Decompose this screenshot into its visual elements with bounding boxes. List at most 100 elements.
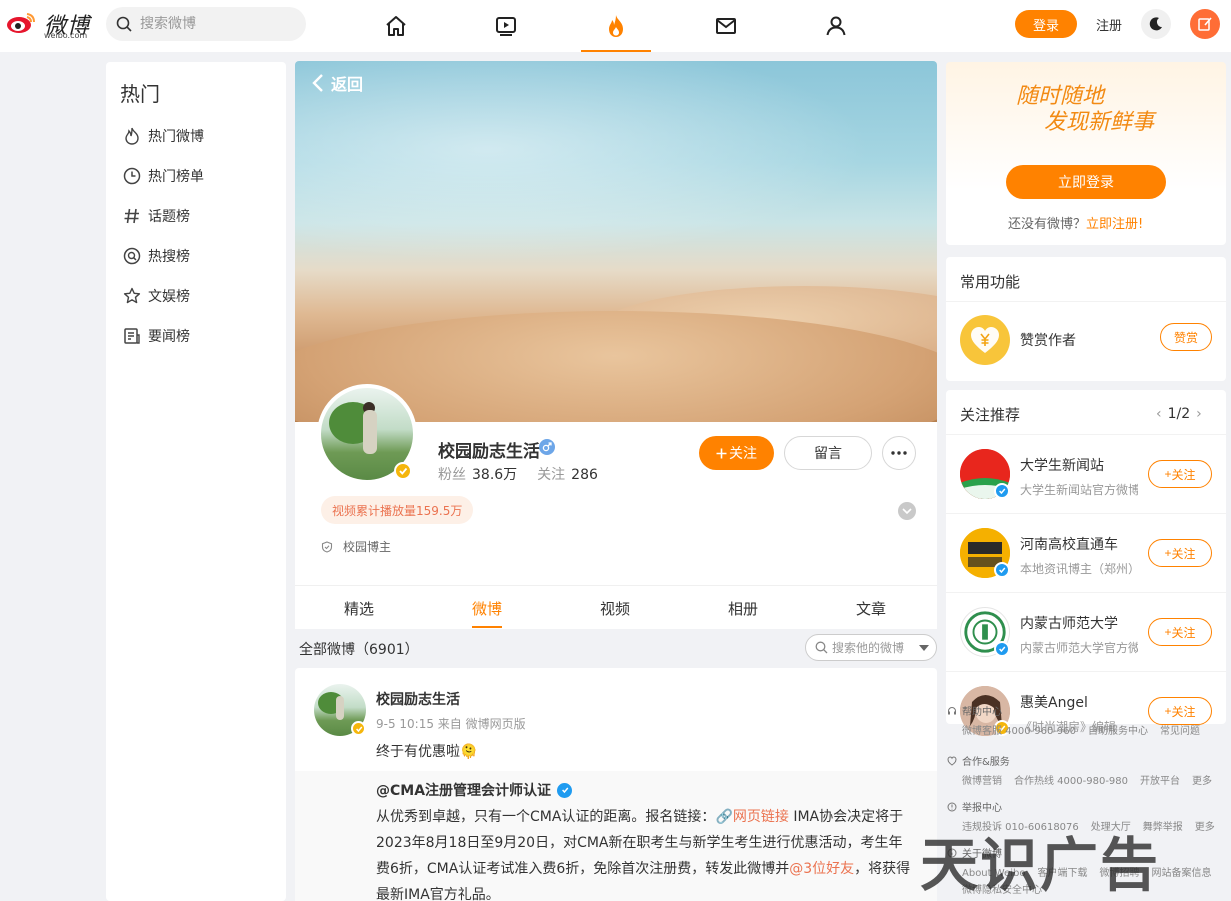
rec-follow-button[interactable]: + 关注 (1148, 539, 1212, 567)
rec-follow-label: 关注 (1171, 546, 1196, 561)
search-box[interactable] (106, 7, 306, 41)
recommendation-item[interactable]: 河南高校直通车 本地资讯博主（郑州） + 关注 (946, 514, 1226, 593)
views-tag: 视频累计播放量159.5万 (321, 496, 474, 524)
sidebar-item-hot-list[interactable]: 热门榜单 (122, 164, 204, 188)
profile-stats: 粉丝 38.6万 关注 286 (438, 464, 618, 484)
footer-link[interactable]: 微博营销 (962, 776, 1002, 787)
alert-icon (946, 801, 958, 813)
nav-messages[interactable] (691, 0, 761, 52)
top-bar: 微博 weibo.com 搜索微博 登录 注册 (0, 0, 1231, 52)
tab-articles[interactable]: 文章 (856, 598, 886, 619)
nav-profile[interactable] (801, 0, 871, 52)
following-count[interactable]: 286 (571, 467, 598, 483)
more-button[interactable] (882, 436, 916, 470)
profile-search-input[interactable] (832, 635, 917, 660)
rec-follow-label: 关注 (1171, 467, 1196, 482)
category-label: 校园博主 (343, 540, 392, 554)
sidebar-item-label: 热搜榜 (148, 249, 190, 265)
home-icon (386, 16, 406, 36)
footer-help: 帮助中心 微博客服 4000-960-960 自助服务中心 常见问题 (946, 703, 1231, 737)
reward-button[interactable]: 赞赏 (1160, 323, 1212, 351)
plus-icon: + (1164, 625, 1172, 639)
news-icon (122, 326, 142, 346)
expand-icon[interactable] (898, 502, 916, 520)
nav-home[interactable] (361, 0, 431, 52)
footer-link[interactable]: 更多 (1192, 776, 1212, 787)
repost-text-start: 从优秀到卓越，只有一个CMA认证的距离。报名链接： (376, 809, 716, 825)
rec-follow-button[interactable]: + 关注 (1148, 618, 1212, 646)
profile-tabs: 精选 微博 视频 相册 文章 (295, 585, 937, 629)
heart-icon (946, 755, 958, 767)
reward-author-label: 赞赏作者 (1020, 333, 1076, 349)
profile-search-box[interactable] (805, 634, 937, 661)
login-button[interactable]: 登录 (1015, 10, 1077, 38)
nav-video[interactable] (471, 0, 541, 52)
footer-cooperation: 合作&服务 微博营销 合作热线 4000-980-980 开放平台 更多 (946, 753, 1231, 787)
video-icon (496, 17, 516, 36)
common-functions-title: 常用功能 (960, 273, 1021, 291)
sidebar-title: 热门 (120, 82, 160, 106)
footer-link[interactable]: 微博客服 4000-960-960 (962, 726, 1076, 737)
search-icon (116, 16, 132, 32)
sidebar-item-hot-weibo[interactable]: 热门微博 (122, 124, 204, 148)
page-indicator: 1/2 (1167, 406, 1191, 422)
all-weibo-count[interactable]: 全部微博（6901） (299, 639, 419, 659)
footer-link[interactable]: 开放平台 (1140, 776, 1180, 787)
profile-card: 校园励志生活 粉丝 38.6万 关注 286 关注 留言 视频累计播放量159.5万 … (295, 384, 937, 585)
verified-blue-icon (994, 562, 1010, 578)
compose-button[interactable] (1190, 9, 1220, 39)
search-input[interactable] (140, 7, 300, 41)
back-button[interactable]: 返回 (311, 71, 363, 95)
footer-coop-title: 合作&服务 (962, 757, 1010, 768)
sidebar-item-entertainment[interactable]: 文娱榜 (122, 284, 190, 308)
category-row: 校园博主 (321, 538, 391, 555)
sidebar-item-hot-search[interactable]: 热搜榜 (122, 244, 190, 268)
weibo-logo[interactable]: 微博 weibo.com (4, 6, 96, 40)
weibo-eye-icon (7, 13, 35, 33)
register-now-link[interactable]: 立即注册! (1086, 217, 1143, 232)
heart-yen-icon (960, 315, 1010, 365)
recommendation-item[interactable]: 内蒙古师范大学 内蒙古师范大学官方微博 +关注 (946, 593, 1226, 672)
tab-weibo[interactable]: 微博 (472, 598, 503, 628)
verified-blue-icon (994, 483, 1010, 499)
verified-badge-icon (351, 721, 366, 736)
footer-link[interactable]: 更多 (1195, 822, 1215, 833)
common-functions-card: 常用功能 赞赏作者 赞赏 (946, 257, 1226, 381)
flame-icon (122, 126, 142, 146)
follow-button[interactable]: 关注 (699, 436, 774, 470)
rec-follow-button[interactable]: + 关注 (1148, 460, 1212, 488)
register-link[interactable]: 注册 (1096, 15, 1122, 34)
fans-count[interactable]: 38.6万 (472, 467, 517, 483)
search-icon (815, 641, 828, 654)
footer-link[interactable]: 网站备案信息 (1151, 868, 1211, 879)
rec-follow-label: 关注 (1171, 625, 1196, 640)
nav-hot[interactable] (581, 0, 651, 52)
repost-link[interactable]: 🔗网页链接 (715, 809, 788, 825)
repost-box[interactable]: @CMA注册管理会计师认证 从优秀到卓越，只有一个CMA认证的距离。报名链接：🔗… (295, 771, 937, 901)
left-sidebar: 热门 热门微博 热门榜单 话题榜 热搜榜 文娱榜 要闻榜 (106, 62, 286, 901)
sidebar-item-news[interactable]: 要闻榜 (122, 324, 190, 348)
dropdown-arrow-icon[interactable] (919, 645, 929, 651)
footer-link[interactable]: 常见问题 (1160, 726, 1200, 737)
no-account-text: 还没有微博？ (1008, 217, 1087, 232)
star-icon (122, 286, 142, 306)
post-author[interactable]: 校园励志生活 (376, 689, 460, 709)
tab-video[interactable]: 视频 (600, 598, 630, 619)
male-icon (539, 439, 555, 455)
tab-album[interactable]: 相册 (728, 598, 758, 619)
back-label: 返回 (331, 75, 364, 94)
repost-author[interactable]: @CMA注册管理会计师认证 (376, 780, 551, 800)
footer-link[interactable]: 合作热线 4000-980-980 (1014, 776, 1128, 787)
dark-mode-button[interactable] (1141, 9, 1171, 39)
sidebar-item-label: 要闻榜 (148, 329, 190, 345)
tab-featured[interactable]: 精选 (344, 598, 374, 619)
chevron-left-icon[interactable]: ‹ (1156, 406, 1162, 422)
repost-mention[interactable]: @3位好友 (789, 861, 854, 877)
footer-link[interactable]: 自助服务中心 (1088, 726, 1148, 737)
login-now-button[interactable]: 立即登录 (1006, 165, 1166, 199)
recommendations-title: 关注推荐 (960, 406, 1021, 424)
message-button[interactable]: 留言 (784, 436, 872, 470)
chevron-right-icon[interactable]: › (1196, 406, 1202, 422)
sidebar-item-topics[interactable]: 话题榜 (122, 204, 190, 228)
recommendation-item[interactable]: 大学生新闻站 大学生新闻站官方微博 + 关注 (946, 435, 1226, 514)
